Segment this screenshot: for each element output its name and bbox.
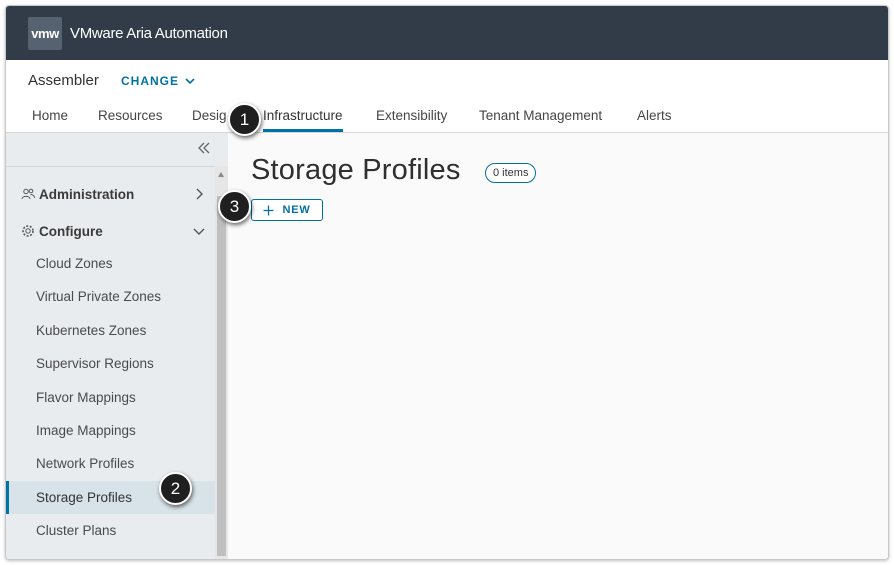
sidebar-group-administration[interactable]: Administration (6, 177, 215, 211)
service-bar: Assembler CHANGE (6, 60, 888, 100)
sidebar-item-image-mappings[interactable]: Image Mappings (6, 414, 215, 447)
main-tabs: Home Resources Desig Infrastructure Exte… (6, 100, 888, 133)
scroll-up-arrow-icon[interactable] (218, 172, 224, 177)
service-name: Assembler (28, 72, 99, 89)
sidebar-collapse-row (6, 133, 215, 167)
sidebar-item-virtual-private-zones[interactable]: Virtual Private Zones (6, 280, 215, 313)
sidebar-item-kubernetes-zones[interactable]: Kubernetes Zones (6, 314, 215, 347)
scrollbar-thumb[interactable] (217, 196, 226, 556)
users-icon (21, 188, 35, 200)
page-title: Storage Profiles (251, 154, 461, 186)
gear-icon (22, 225, 34, 237)
change-label: CHANGE (121, 74, 180, 88)
double-chevron-left-icon[interactable] (197, 141, 211, 155)
step-callout-1: 1 (228, 103, 261, 136)
new-button-label: NEW (282, 204, 311, 216)
vmware-logo[interactable]: vmw (28, 16, 62, 50)
tab-tenant-management[interactable]: Tenant Management (479, 100, 602, 131)
sidebar-scrollbar[interactable] (215, 166, 228, 559)
item-count-badge: 0 items (485, 163, 537, 183)
sidebar-item-cloud-zones[interactable]: Cloud Zones (6, 247, 215, 280)
new-storage-profile-button[interactable]: NEW (251, 199, 323, 221)
sidebar-group-label: Administration (39, 186, 135, 202)
top-header: vmw VMware Aria Automation (6, 6, 888, 60)
step-callout-3: 3 (218, 190, 251, 223)
tab-alerts[interactable]: Alerts (637, 100, 672, 131)
tab-home[interactable]: Home (32, 100, 68, 131)
chevron-down-icon (185, 78, 195, 85)
sidebar-group-configure[interactable]: Configure (6, 214, 215, 248)
chevron-down-icon (193, 228, 205, 235)
tab-resources[interactable]: Resources (98, 100, 163, 131)
app-window: vmw VMware Aria Automation Assembler CHA… (5, 5, 889, 560)
sidebar: Administration Configure Cloud Zones Vir… (6, 133, 228, 559)
step-callout-2: 2 (159, 472, 192, 505)
plus-icon (263, 205, 274, 215)
chevron-right-icon (196, 188, 203, 200)
tab-design[interactable]: Desig (192, 100, 227, 131)
main-content: Storage Profiles 0 items NEW (228, 133, 888, 559)
sidebar-group-label: Configure (39, 223, 103, 239)
sidebar-item-cluster-plans[interactable]: Cluster Plans (6, 514, 215, 547)
app-title: VMware Aria Automation (70, 24, 228, 42)
tab-infrastructure[interactable]: Infrastructure (263, 100, 343, 132)
tab-extensibility[interactable]: Extensibility (376, 100, 447, 131)
sidebar-item-flavor-mappings[interactable]: Flavor Mappings (6, 381, 215, 414)
sidebar-item-supervisor-namespaces[interactable]: Supervisor Namespaces (6, 548, 215, 559)
sidebar-item-supervisor-regions[interactable]: Supervisor Regions (6, 347, 215, 380)
change-service-button[interactable]: CHANGE (121, 74, 195, 88)
